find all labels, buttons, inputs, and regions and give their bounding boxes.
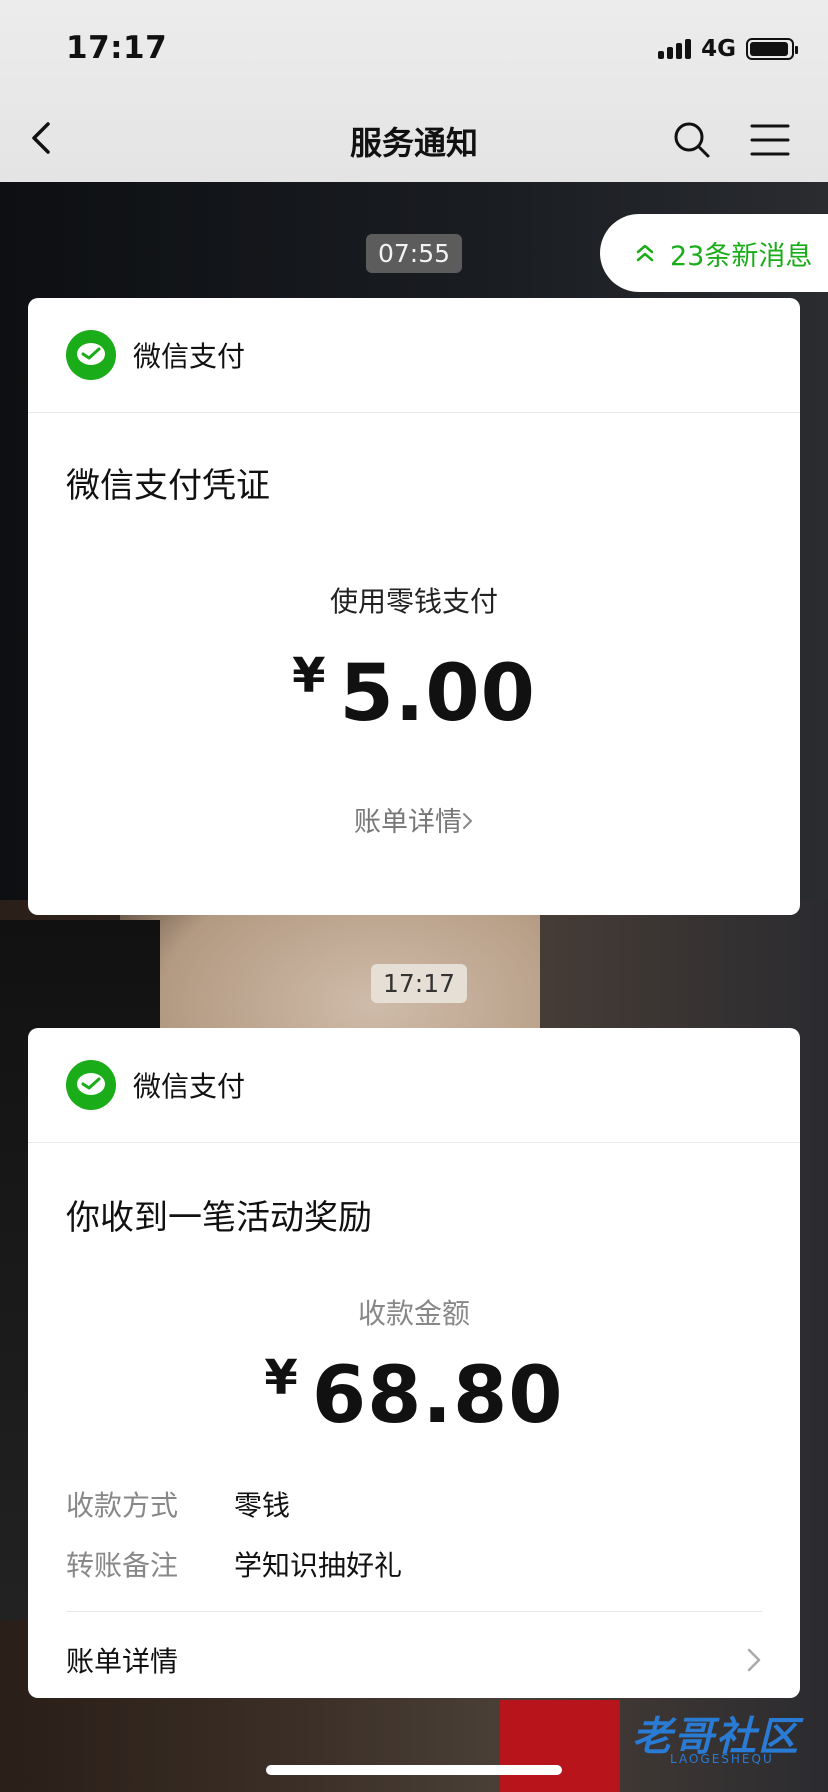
home-indicator[interactable] (266, 1765, 562, 1775)
amount-value: 68.80 (311, 1351, 564, 1441)
search-icon (674, 122, 710, 158)
wechat-pay-icon (66, 330, 116, 380)
row-value: 零钱 (234, 1489, 291, 1522)
chevron-right-icon (747, 1648, 761, 1672)
detail-row-method: 收款方式 零钱 (66, 1484, 290, 1524)
bill-detail-label: 账单详情 (354, 807, 462, 838)
menu-icon (750, 124, 790, 156)
double-chevron-up-icon (636, 244, 654, 262)
row-label: 转账备注 (66, 1549, 179, 1582)
message-timestamp: 07:55 (366, 234, 463, 273)
menu-button[interactable] (750, 122, 790, 158)
status-indicators: 4G (658, 36, 798, 62)
status-time: 17:17 (66, 30, 168, 66)
amount-subtitle: 收款金额 (357, 1297, 470, 1330)
payment-amount: ¥5.00 (28, 648, 800, 739)
row-value: 学知识抽好礼 (234, 1549, 403, 1582)
search-button[interactable] (672, 120, 712, 160)
card-title: 你收到一笔活动奖励 (66, 1198, 372, 1238)
new-messages-button[interactable]: 23条新消息 (600, 214, 828, 292)
card-header: 微信支付 (28, 298, 800, 413)
currency-symbol: ¥ (264, 1350, 298, 1406)
chevron-right-icon (463, 813, 472, 829)
message-timestamp: 17:17 (371, 964, 468, 1003)
signal-icon (658, 39, 692, 59)
battery-icon (746, 38, 798, 60)
payment-voucher-card[interactable]: 微信支付 微信支付凭证 使用零钱支付 ¥5.00 账单详情 (28, 298, 800, 915)
sender-name: 微信支付 (133, 340, 246, 373)
watermark-logo: 老哥社区 LAOGESHEQU (596, 1700, 816, 1778)
card-header: 微信支付 (28, 1028, 800, 1143)
top-bar: 17:17 4G 服务通知 (0, 0, 828, 182)
bill-detail-link[interactable]: 账单详情 (28, 800, 800, 839)
watermark-sub: LAOGESHEQU (670, 1752, 774, 1766)
divider (66, 1611, 762, 1612)
bill-detail-label: 账单详情 (66, 1645, 179, 1678)
new-messages-label: 23条新消息 (670, 240, 813, 272)
payment-method-subtitle: 使用零钱支付 (329, 585, 498, 618)
currency-symbol: ¥ (292, 648, 326, 704)
sender-name: 微信支付 (133, 1070, 246, 1103)
bill-detail-link[interactable]: 账单详情 (66, 1640, 762, 1680)
wechat-pay-icon (66, 1060, 116, 1110)
network-type: 4G (701, 36, 736, 62)
detail-row-note: 转账备注 学知识抽好礼 (66, 1544, 402, 1584)
received-amount: ¥68.80 (28, 1350, 800, 1441)
row-label: 收款方式 (66, 1489, 179, 1522)
card-title: 微信支付凭证 (66, 466, 270, 506)
reward-received-card[interactable]: 微信支付 你收到一笔活动奖励 收款金额 ¥68.80 收款方式 零钱 转账备注 学知… (28, 1028, 800, 1698)
amount-value: 5.00 (339, 649, 536, 739)
